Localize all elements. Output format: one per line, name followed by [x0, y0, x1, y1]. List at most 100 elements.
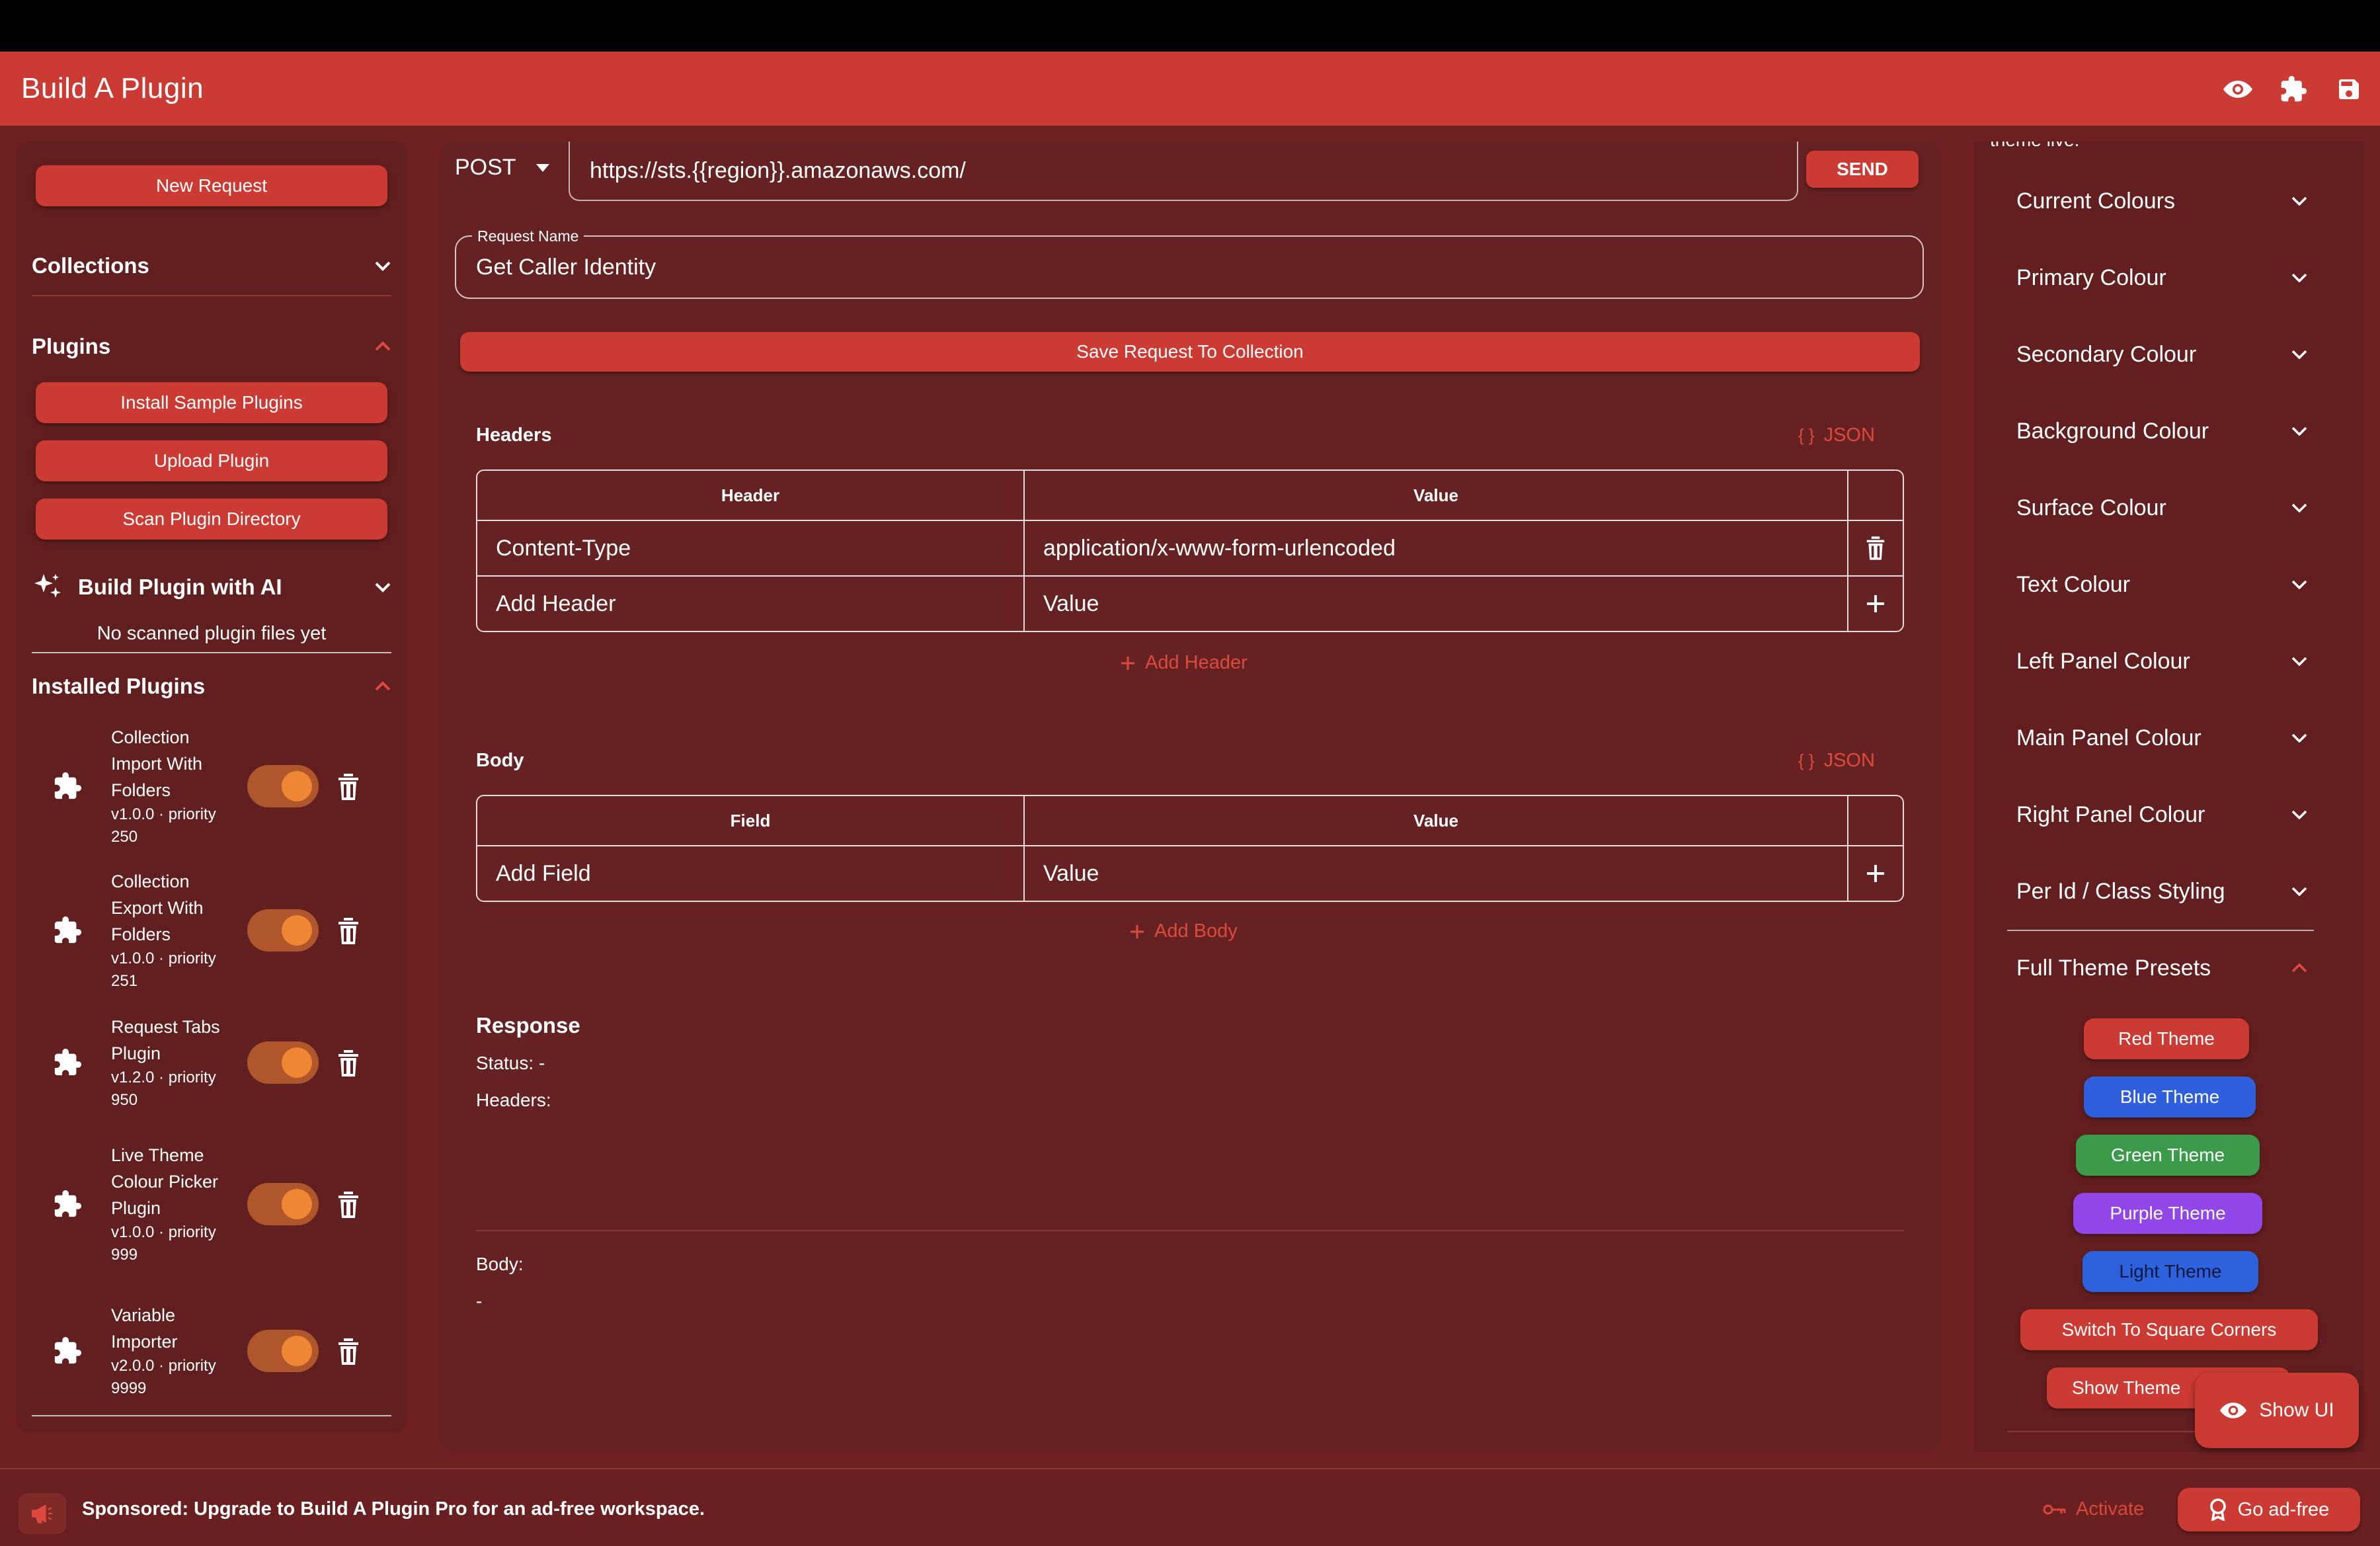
column-value: Value — [1025, 471, 1848, 520]
show-ui-label: Show UI — [2259, 1399, 2334, 1421]
secondary-colour-item[interactable]: Secondary Colour — [2016, 336, 2307, 373]
chevron-down-icon — [2291, 580, 2307, 589]
square-corners-button[interactable]: Switch To Square Corners — [2020, 1309, 2318, 1350]
blue-theme-button[interactable]: Blue Theme — [2084, 1077, 2256, 1118]
braces-icon: { } — [1798, 425, 1815, 445]
full-theme-presets-item[interactable]: Full Theme Presets — [2016, 950, 2307, 987]
plugin-toggle[interactable] — [247, 765, 319, 807]
item-label: Current Colours — [2016, 188, 2175, 214]
add-body-button[interactable]: Add Body — [1129, 920, 1238, 942]
plugin-toggle[interactable] — [247, 909, 319, 952]
table-row: Add Header Value — [477, 575, 1903, 631]
installed-plugins-label: Installed Plugins — [32, 674, 206, 698]
plugin-toggle[interactable] — [247, 1041, 319, 1084]
add-header-button[interactable]: Add Header — [1120, 652, 1248, 674]
new-request-button[interactable]: New Request — [36, 165, 387, 206]
trash-icon[interactable] — [1866, 536, 1885, 560]
request-name-field[interactable]: Request Name Get Caller Identity — [455, 227, 1924, 299]
list-item: Collection Export With Folders v1.0.0 · … — [49, 868, 393, 993]
light-theme-button[interactable]: Light Theme — [2082, 1251, 2258, 1292]
main-panel-colour-item[interactable]: Main Panel Colour — [2016, 719, 2307, 756]
installed-plugins-section[interactable]: Installed Plugins — [32, 660, 391, 713]
method-select[interactable]: POST — [455, 155, 549, 181]
plugin-toggle[interactable] — [247, 1183, 319, 1225]
divider — [32, 652, 391, 653]
item-label: Primary Colour — [2016, 264, 2166, 290]
chevron-up-icon — [2291, 963, 2307, 973]
surface-colour-item[interactable]: Surface Colour — [2016, 489, 2307, 526]
new-field-key-input[interactable]: Add Field — [477, 846, 1025, 901]
top-black-bar — [0, 0, 2380, 52]
trash-icon[interactable] — [337, 1338, 360, 1365]
right-panel-colour-item[interactable]: Right Panel Colour — [2016, 796, 2307, 833]
header-value[interactable]: application/x-www-form-urlencoded — [1025, 521, 1848, 575]
puzzle-icon[interactable] — [2276, 71, 2311, 107]
eye-icon[interactable] — [2220, 71, 2256, 107]
scan-plugin-directory-button[interactable]: Scan Plugin Directory — [36, 499, 387, 540]
activate-link[interactable]: Activate — [2043, 1498, 2144, 1520]
save-icon[interactable] — [2331, 71, 2367, 107]
header-key[interactable]: Content-Type — [477, 521, 1025, 575]
plugins-section[interactable]: Plugins — [32, 320, 391, 373]
per-id-class-styling-item[interactable]: Per Id / Class Styling — [2016, 873, 2307, 910]
trash-icon[interactable] — [337, 1192, 360, 1218]
green-theme-button[interactable]: Green Theme — [2076, 1135, 2260, 1176]
plugin-meta: v1.0.0 · priority 251 — [111, 950, 216, 990]
no-scanned-text: No scanned plugin files yet — [97, 623, 327, 644]
headers-json-button[interactable]: { } JSON — [1798, 425, 1875, 446]
sponsor-text: Sponsored: Upgrade to Build A Plugin Pro… — [82, 1498, 705, 1520]
divider — [476, 1230, 1904, 1231]
chevron-down-icon — [2291, 733, 2307, 743]
build-ai-section[interactable]: Build Plugin with AI — [32, 561, 391, 614]
trash-icon[interactable] — [337, 918, 360, 944]
eye-icon — [2220, 1403, 2247, 1418]
plugin-toggle[interactable] — [247, 1330, 319, 1372]
purple-theme-button[interactable]: Purple Theme — [2073, 1193, 2262, 1234]
left-panel-colour-item[interactable]: Left Panel Colour — [2016, 643, 2307, 680]
puzzle-icon — [49, 1336, 86, 1366]
item-label: Main Panel Colour — [2016, 725, 2202, 751]
list-item: Collection Import With Folders v1.0.0 · … — [49, 723, 393, 849]
chevron-down-icon — [375, 583, 391, 592]
trash-icon[interactable] — [337, 774, 360, 800]
chevron-down-icon — [375, 261, 391, 271]
item-label: Background Colour — [2016, 418, 2209, 444]
table-header-row: Field Value — [477, 796, 1903, 845]
collections-section[interactable]: Collections — [32, 239, 391, 292]
plus-icon[interactable] — [1865, 593, 1886, 614]
go-ad-free-button[interactable]: Go ad-free — [2178, 1488, 2360, 1531]
headers-title: Headers — [476, 425, 552, 446]
red-theme-button[interactable]: Red Theme — [2084, 1018, 2249, 1059]
trash-icon[interactable] — [337, 1050, 360, 1077]
collections-label: Collections — [32, 253, 149, 278]
new-field-value-input[interactable]: Value — [1025, 846, 1848, 901]
request-panel: POST https://sts.{{region}}.amazonaws.co… — [439, 142, 1941, 1452]
item-label: Left Panel Colour — [2016, 648, 2190, 674]
method-value: POST — [455, 155, 516, 180]
plugin-name: Variable Importer — [111, 1305, 178, 1352]
new-header-key-input[interactable]: Add Header — [477, 577, 1025, 631]
url-input[interactable]: https://sts.{{region}}.amazonaws.com/ — [569, 142, 1798, 201]
truncated-text: theme live. — [1990, 142, 2079, 151]
send-button[interactable]: SEND — [1806, 151, 1919, 188]
item-label: Secondary Colour — [2016, 341, 2197, 367]
plugin-meta: v2.0.0 · priority 9999 — [111, 1357, 216, 1397]
plus-icon[interactable] — [1865, 863, 1886, 884]
upload-plugin-button[interactable]: Upload Plugin — [36, 440, 387, 481]
headers-table: Header Value Content-Type application/x-… — [476, 469, 1904, 632]
current-colours-item[interactable]: Current Colours — [2016, 183, 2307, 220]
dropdown-arrow-icon — [536, 163, 549, 172]
save-to-collection-button[interactable]: Save Request To Collection — [460, 332, 1920, 372]
divider — [2007, 930, 2314, 931]
column-value: Value — [1025, 796, 1848, 845]
text-colour-item[interactable]: Text Colour — [2016, 566, 2307, 603]
response-body-label: Body: — [476, 1254, 524, 1274]
background-colour-item[interactable]: Background Colour — [2016, 413, 2307, 450]
new-header-value-input[interactable]: Value — [1025, 577, 1848, 631]
install-sample-plugins-button[interactable]: Install Sample Plugins — [36, 382, 387, 423]
show-ui-button[interactable]: Show UI — [2195, 1373, 2359, 1448]
chevron-down-icon — [2291, 887, 2307, 896]
column-field: Field — [477, 796, 1025, 845]
primary-colour-item[interactable]: Primary Colour — [2016, 259, 2307, 296]
body-json-button[interactable]: { } JSON — [1798, 750, 1875, 772]
